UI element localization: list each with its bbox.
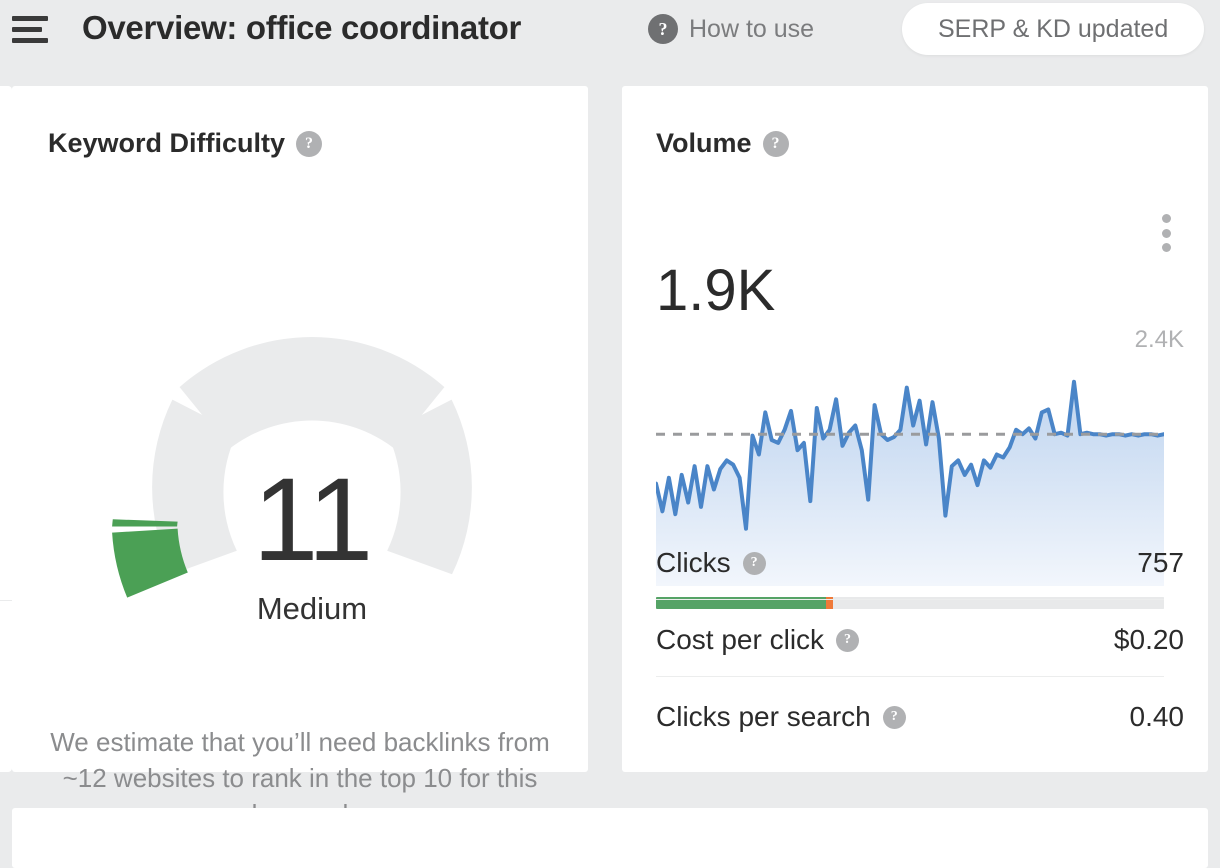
stat-label-text: Clicks per search: [656, 701, 871, 732]
question-circle-icon[interactable]: ?: [882, 705, 906, 729]
page-title: Overview: office coordinator: [82, 9, 522, 46]
kebab-menu-icon[interactable]: [1150, 214, 1182, 252]
hamburger-bar: [12, 27, 42, 32]
left-partial-card: [0, 86, 12, 772]
stat-label-text: Cost per click: [656, 624, 825, 655]
stat-label-clicks-per-search: Clicks per search ?: [656, 701, 906, 733]
keyword-difficulty-score: 11: [252, 454, 374, 586]
volume-value: 1.9K: [656, 258, 776, 323]
kebab-dot: [1161, 214, 1171, 223]
stat-value-clicks: 757: [1137, 547, 1184, 578]
hamburger-bar: [12, 16, 48, 21]
keyword-difficulty-title: Keyword Difficulty ?: [48, 128, 323, 159]
serp-kd-updated-label: SERP & KD updated: [938, 14, 1169, 43]
keyword-difficulty-title-label: Keyword Difficulty: [48, 128, 286, 158]
stat-label-clicks: Clicks ?: [656, 547, 766, 579]
question-circle-icon: ?: [648, 14, 678, 44]
how-to-use-link[interactable]: ? How to use: [648, 14, 814, 44]
question-circle-icon[interactable]: ?: [296, 130, 323, 157]
hamburger-icon[interactable]: [12, 16, 48, 46]
keyword-difficulty-card: Keyword Difficulty ? 11 Medium We estima…: [12, 86, 588, 829]
question-circle-icon[interactable]: ?: [836, 628, 860, 652]
divider: [656, 599, 1164, 600]
question-circle-icon[interactable]: ?: [742, 551, 766, 575]
next-card-peek: [12, 808, 1208, 868]
kebab-dot: [1161, 243, 1171, 252]
serp-kd-updated-pill[interactable]: SERP & KD updated: [902, 3, 1205, 55]
question-circle-icon[interactable]: ?: [762, 130, 789, 157]
how-to-use-label: How to use: [689, 14, 815, 43]
volume-title: Volume ?: [656, 128, 789, 159]
volume-max-label: 2.4K: [1134, 326, 1184, 353]
stat-value-clicks-per-search: 0.40: [1129, 701, 1185, 732]
hamburger-bar: [12, 38, 48, 43]
top-bar: Overview: office coordinator ? How to us…: [0, 0, 1220, 62]
stat-value-cost-per-click: $0.20: [1113, 624, 1184, 655]
stat-label-cost-per-click: Cost per click ?: [656, 624, 860, 656]
stat-label-text: Clicks: [656, 547, 731, 578]
page-root: Overview: office coordinator ? How to us…: [0, 0, 1220, 868]
keyword-difficulty-gauge: 11 Medium: [62, 301, 562, 641]
divider: [0, 600, 12, 601]
volume-title-label: Volume: [656, 128, 752, 158]
keyword-difficulty-rating: Medium: [256, 591, 368, 626]
kebab-dot: [1161, 228, 1171, 238]
volume-card: Volume ? 1.9K 2.4K Clicks ? 757 Cost per…: [622, 86, 1208, 772]
divider: [656, 676, 1164, 677]
